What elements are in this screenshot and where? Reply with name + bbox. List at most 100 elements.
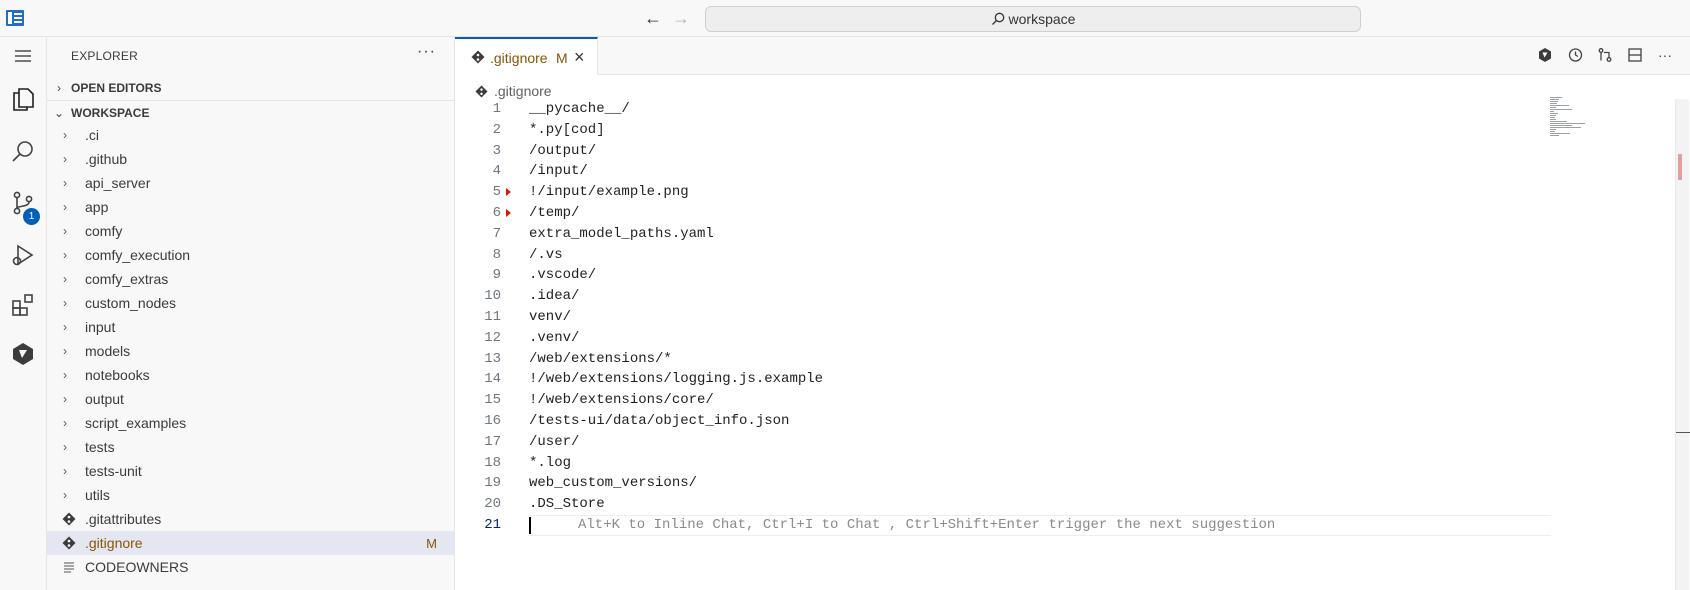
line-text[interactable]: .venv/ (529, 328, 579, 349)
line-number: 15 (484, 392, 501, 409)
folder-github[interactable]: › .github (47, 147, 454, 171)
line-number: 16 (484, 413, 501, 429)
text-file-icon (64, 562, 74, 573)
extension-action-icon[interactable] (1534, 44, 1556, 66)
app-logo-icon[interactable] (6, 10, 24, 26)
folder-ci[interactable]: › .ci (47, 123, 454, 147)
code-line: 9 .vscode/ (455, 265, 1690, 286)
line-number: 10 (484, 288, 501, 305)
folder-input[interactable]: › input (47, 315, 454, 339)
line-text[interactable]: *.log (529, 453, 571, 474)
line-text[interactable]: !/web/extensions/logging.js.example (529, 369, 823, 390)
open-changes-icon[interactable] (1594, 44, 1616, 66)
folder-tests[interactable]: › tests (47, 435, 454, 459)
line-text[interactable]: .vscode/ (529, 265, 596, 286)
folder-comfy-extras[interactable]: › comfy_extras (47, 267, 454, 291)
line-number: 14 (484, 371, 501, 388)
more-actions-icon[interactable]: ··· (1654, 44, 1676, 66)
line-text[interactable]: /input/ (529, 161, 588, 182)
run-debug-icon[interactable] (8, 240, 38, 270)
line-number: 2 (492, 121, 501, 138)
file-codeowners[interactable]: CODEOWNERS (47, 555, 454, 579)
modified-badge: M (426, 535, 437, 551)
chevron-right-icon: › (63, 248, 67, 262)
line-text[interactable]: __pycache__/ (529, 99, 630, 120)
folder-notebooks[interactable]: › notebooks (47, 363, 454, 387)
folder-custom-nodes[interactable]: › custom_nodes (47, 291, 454, 315)
extension-hex-icon[interactable] (8, 339, 38, 369)
line-text[interactable]: .DS_Store (529, 494, 605, 515)
workspace-section[interactable]: ⌄ WORKSPACE (47, 101, 454, 125)
chevron-right-icon: › (63, 128, 67, 142)
file-label: .gitignore (85, 535, 143, 551)
minimap-line (1550, 135, 1559, 137)
scrollbar-cursor-marker (1676, 432, 1690, 433)
menu-icon[interactable] (8, 41, 38, 71)
line-text[interactable]: !/web/extensions/core/ (529, 390, 714, 411)
line-text[interactable]: /web/extensions/* (529, 349, 672, 370)
line-text[interactable]: /tests-ui/data/object_info.json (529, 411, 789, 432)
folder-tests-unit[interactable]: › tests-unit (47, 459, 454, 483)
code-line: 3/output/ (455, 141, 1690, 162)
folder-api-server[interactable]: › api_server (47, 171, 454, 195)
line-number: 13 (484, 350, 501, 367)
line-number: 19 (484, 475, 501, 492)
inline-chat-hint: Alt+K to Inline Chat, Ctrl+I to Chat , C… (578, 517, 1276, 533)
extensions-icon[interactable] (8, 290, 38, 320)
split-editor-icon[interactable] (1624, 44, 1646, 66)
line-text[interactable]: /output/ (529, 141, 596, 162)
line-text[interactable]: web_custom_versions/ (529, 473, 697, 494)
line-number: 9 (492, 267, 501, 284)
open-editors-section[interactable]: › OPEN EDITORS (47, 76, 454, 100)
deleted-line-marker[interactable] (506, 188, 511, 197)
deleted-line-marker[interactable] (506, 209, 511, 217)
git-file-icon (62, 512, 76, 526)
chevron-right-icon: › (63, 272, 67, 286)
folder-label: input (85, 319, 116, 335)
folder-comfy[interactable]: › comfy (47, 219, 454, 243)
folder-utils[interactable]: › utils (47, 483, 454, 507)
line-text[interactable]: venv/ (529, 307, 571, 328)
minimap[interactable] (1550, 97, 1670, 157)
back-arrow-icon[interactable]: ← (641, 7, 665, 29)
line-number: 17 (484, 433, 501, 450)
activity-bar: 1 (0, 37, 47, 590)
folder-label: output (85, 391, 124, 407)
folder-models[interactable]: › models (47, 339, 454, 363)
more-actions-icon[interactable]: ··· (417, 43, 436, 61)
workspace-label: WORKSPACE (71, 106, 150, 120)
folder-app[interactable]: › app (47, 195, 454, 219)
vertical-scrollbar[interactable] (1675, 99, 1690, 590)
line-text[interactable]: extra_model_paths.yaml (529, 224, 714, 245)
chevron-right-icon: › (63, 152, 67, 166)
search-activity-icon[interactable] (8, 137, 38, 167)
line-text[interactable]: !/input/example.png (529, 182, 689, 203)
breadcrumb: .gitignore (475, 81, 552, 101)
history-icon[interactable] (1564, 44, 1586, 66)
explorer-icon[interactable] (8, 84, 38, 114)
code-line: 10 .idea/ (455, 286, 1690, 307)
command-center-search[interactable]: workspace (705, 6, 1361, 32)
line-text[interactable]: /temp/ (529, 203, 579, 224)
line-text[interactable]: /user/ (529, 432, 579, 453)
file-gitattributes[interactable]: .gitattributes (47, 507, 454, 531)
folder-label: tests-unit (85, 463, 142, 479)
folder-label: api_server (85, 175, 151, 191)
chevron-right-icon: › (63, 320, 67, 334)
line-text[interactable]: *.py[cod] (529, 120, 605, 141)
line-number: 18 (484, 454, 501, 471)
folder-script-examples[interactable]: › script_examples (47, 411, 454, 435)
line-text[interactable]: /.vs (529, 245, 563, 266)
forward-arrow-icon[interactable]: → (669, 7, 693, 29)
line-text[interactable]: .idea/ (529, 286, 579, 307)
code-line: 6/temp/ (455, 203, 1690, 224)
folder-comfy-execution[interactable]: › comfy_execution (47, 243, 454, 267)
file-gitignore[interactable]: .gitignore M (47, 531, 454, 555)
folder-output[interactable]: › output (47, 387, 454, 411)
file-label: .gitattributes (85, 511, 162, 527)
code-line: 13/web/extensions/* (455, 349, 1690, 370)
tab-gitignore[interactable]: .gitignore M × (455, 37, 598, 75)
close-icon[interactable]: × (574, 47, 585, 68)
breadcrumb-item[interactable]: .gitignore (494, 83, 552, 99)
folder-label: comfy_extras (85, 271, 169, 287)
